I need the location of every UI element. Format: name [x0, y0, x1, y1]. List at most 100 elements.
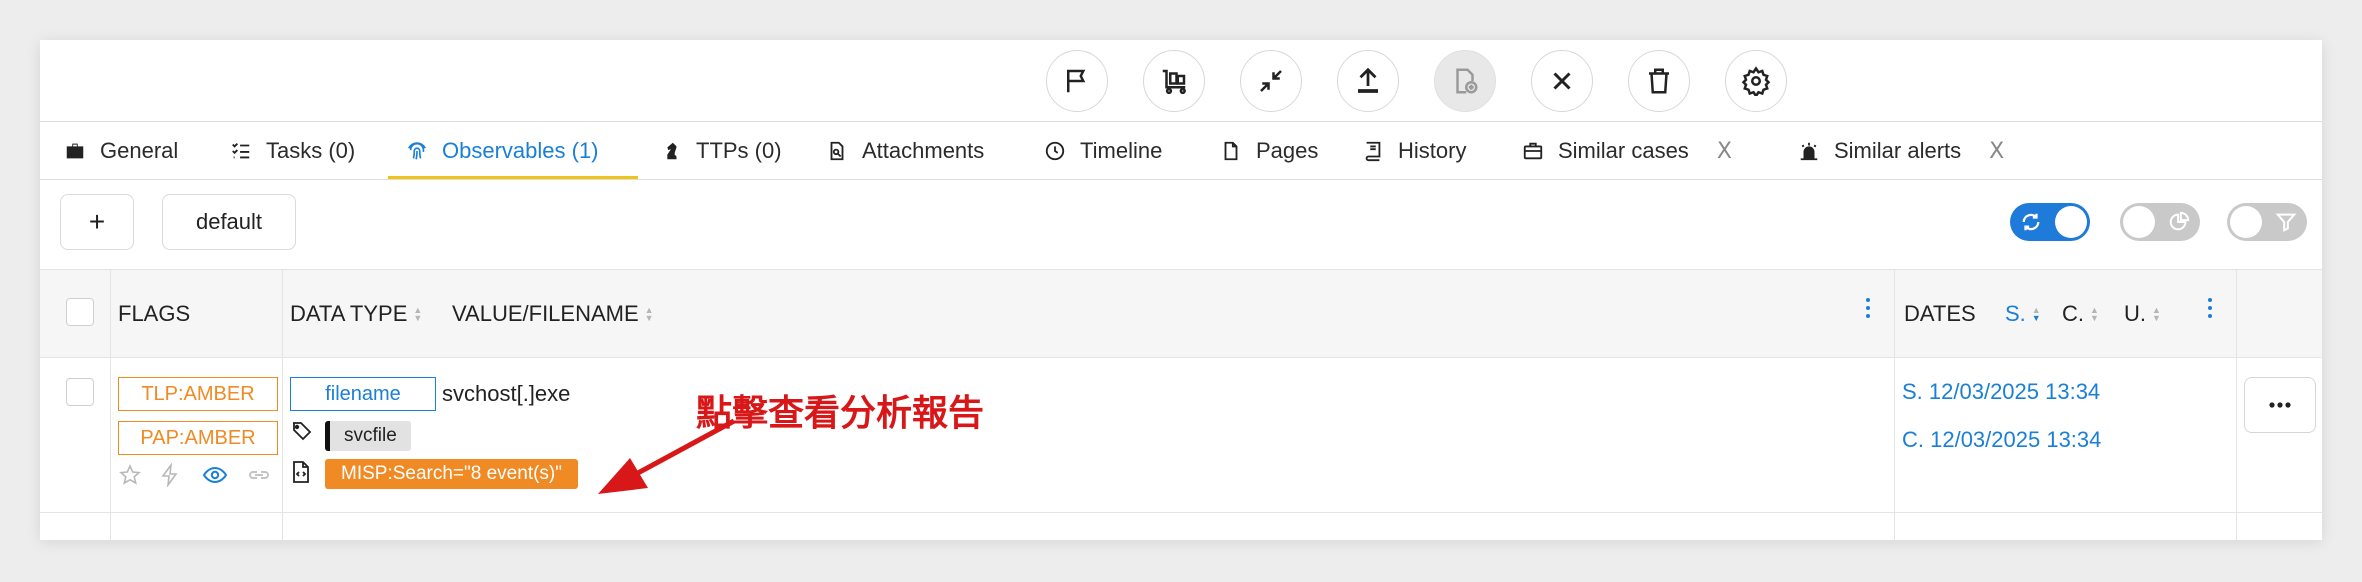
data-type-badge[interactable]: filename — [290, 377, 436, 411]
tags-icon — [293, 422, 312, 441]
pap-badge: PAP:AMBER — [118, 421, 278, 455]
column-divider — [282, 270, 283, 540]
tab-attachments[interactable]: Attachments — [826, 122, 984, 180]
header-label: U. — [2124, 301, 2146, 326]
annotation-arrow — [598, 418, 736, 494]
header-label: VALUE/FILENAME — [452, 301, 639, 326]
add-observable-button[interactable]: + — [60, 194, 134, 250]
lightning-icon[interactable] — [158, 463, 182, 487]
toggle-knob — [2055, 206, 2087, 238]
tab-close-icon[interactable]: X — [1717, 139, 1732, 164]
column-options-icon[interactable] — [1866, 298, 1870, 318]
analyzer-report-chip[interactable]: MISP:Search="8 event(s)" — [325, 459, 578, 489]
sort-by-start-date[interactable]: S. ▲ ▼ — [2005, 270, 2041, 358]
select-all-checkbox[interactable] — [66, 298, 94, 326]
row-checkbox[interactable] — [66, 378, 94, 406]
tasks-icon — [232, 143, 250, 159]
case-toolbar — [40, 40, 2322, 122]
tab-similar-alerts[interactable]: Similar alerts X — [1798, 122, 2004, 180]
tab-label: Tasks (0) — [266, 138, 356, 163]
eye-icon[interactable] — [202, 463, 228, 487]
created-date: C. 12/03/2025 13:34 — [1902, 427, 2102, 452]
tab-label: Similar cases — [1558, 138, 1689, 163]
sort-icon: ▲ ▼ — [413, 305, 423, 323]
briefcase-icon — [66, 143, 84, 159]
flag-icon — [1067, 69, 1086, 93]
stats-toggle[interactable] — [2120, 203, 2200, 241]
tab-label: Observables (1) — [442, 138, 599, 163]
tab-label: General — [100, 138, 179, 163]
tab-similar-cases[interactable]: Similar cases X — [1522, 122, 1732, 180]
link-icon[interactable] — [246, 463, 272, 487]
tlp-badge: TLP:AMBER — [118, 377, 278, 411]
sort-icon: ▲ ▼ — [2152, 305, 2161, 323]
filter-row — [40, 180, 2322, 270]
observable-value[interactable]: svchost[.]exe — [442, 381, 570, 407]
tab-timeline[interactable]: Timeline — [1044, 122, 1162, 180]
row-actions-button[interactable] — [2244, 377, 2316, 433]
luggage-cart-icon — [1162, 69, 1186, 95]
flag-button[interactable] — [1046, 50, 1108, 112]
flags-column-header: FLAGS — [118, 301, 191, 326]
close-case-button[interactable] — [1531, 50, 1593, 112]
sort-icon: ▲ ▼ — [2090, 305, 2099, 323]
tab-label: History — [1398, 138, 1467, 163]
row-divider — [40, 512, 2322, 513]
tab-label: Attachments — [862, 138, 985, 163]
page-icon — [1224, 141, 1238, 161]
attachment-icon — [830, 141, 844, 161]
star-icon[interactable] — [118, 463, 142, 487]
sort-icon: ▲ ▼ — [2031, 305, 2041, 323]
dates-column-options-icon[interactable] — [2208, 298, 2212, 318]
analyzer-report-icon — [293, 461, 309, 483]
gear-icon — [1741, 66, 1771, 96]
alert-icon — [1800, 142, 1818, 161]
column-divider — [110, 270, 111, 540]
export-button[interactable] — [1337, 50, 1399, 112]
sort-by-updated-date[interactable]: U. ▲ ▼ — [2124, 270, 2161, 358]
settings-button[interactable] — [1725, 50, 1787, 112]
clock-icon — [1045, 141, 1065, 161]
tab-observables[interactable]: Observables (1) — [406, 122, 599, 180]
active-tab-indicator — [388, 176, 638, 179]
data-type-column-header[interactable]: DATA TYPE ▲ ▼ — [290, 270, 422, 358]
tab-close-icon[interactable]: X — [1989, 139, 2004, 164]
file-add-icon — [1456, 68, 1478, 94]
briefcase-outline-icon — [1523, 142, 1543, 160]
column-divider — [1894, 270, 1895, 540]
refresh-icon — [2022, 213, 2040, 231]
merge-case-button[interactable] — [1143, 50, 1205, 112]
compress-arrows-icon — [1260, 70, 1282, 92]
sort-by-created-date[interactable]: C. ▲ ▼ — [2062, 270, 2099, 358]
tab-pages[interactable]: Pages — [1220, 122, 1318, 180]
upload-icon — [1358, 67, 1378, 93]
tab-label: Similar alerts — [1834, 138, 1962, 163]
case-tabs: General Tasks (0) Observables (1) TTPs (… — [40, 122, 2322, 180]
funnel-icon — [2275, 213, 2297, 232]
tab-label: Pages — [1256, 138, 1319, 163]
tab-history[interactable]: History — [1362, 122, 1466, 180]
delete-button[interactable] — [1628, 50, 1690, 112]
sort-icon: ▲ ▼ — [644, 305, 654, 323]
tab-tasks[interactable]: Tasks (0) — [230, 122, 355, 180]
close-icon — [1553, 72, 1571, 90]
auto-refresh-toggle[interactable] — [2010, 203, 2090, 241]
more-horizontal-icon — [2269, 402, 2291, 408]
tab-label: Timeline — [1080, 138, 1163, 163]
case-window: General Tasks (0) Observables (1) TTPs (… — [40, 40, 2322, 540]
filter-preset-button[interactable]: default — [162, 194, 296, 250]
header-label: DATA TYPE — [290, 301, 408, 326]
toggle-knob — [2123, 206, 2155, 238]
tab-general[interactable]: General — [64, 122, 178, 180]
filter-toggle[interactable] — [2227, 203, 2307, 241]
header-label: C. — [2062, 301, 2084, 326]
column-divider — [2236, 270, 2237, 540]
book-icon — [1365, 141, 1381, 162]
tab-ttps[interactable]: TTPs (0) — [660, 122, 782, 180]
tag-chip[interactable]: svcfile — [325, 421, 411, 451]
minimize-button[interactable] — [1240, 50, 1302, 112]
value-column-header[interactable]: VALUE/FILENAME ▲ ▼ — [452, 270, 654, 358]
fingerprint-icon — [408, 142, 426, 160]
annotation-text: 點擊查看分析報告 — [696, 393, 985, 434]
add-file-button[interactable] — [1434, 50, 1496, 112]
